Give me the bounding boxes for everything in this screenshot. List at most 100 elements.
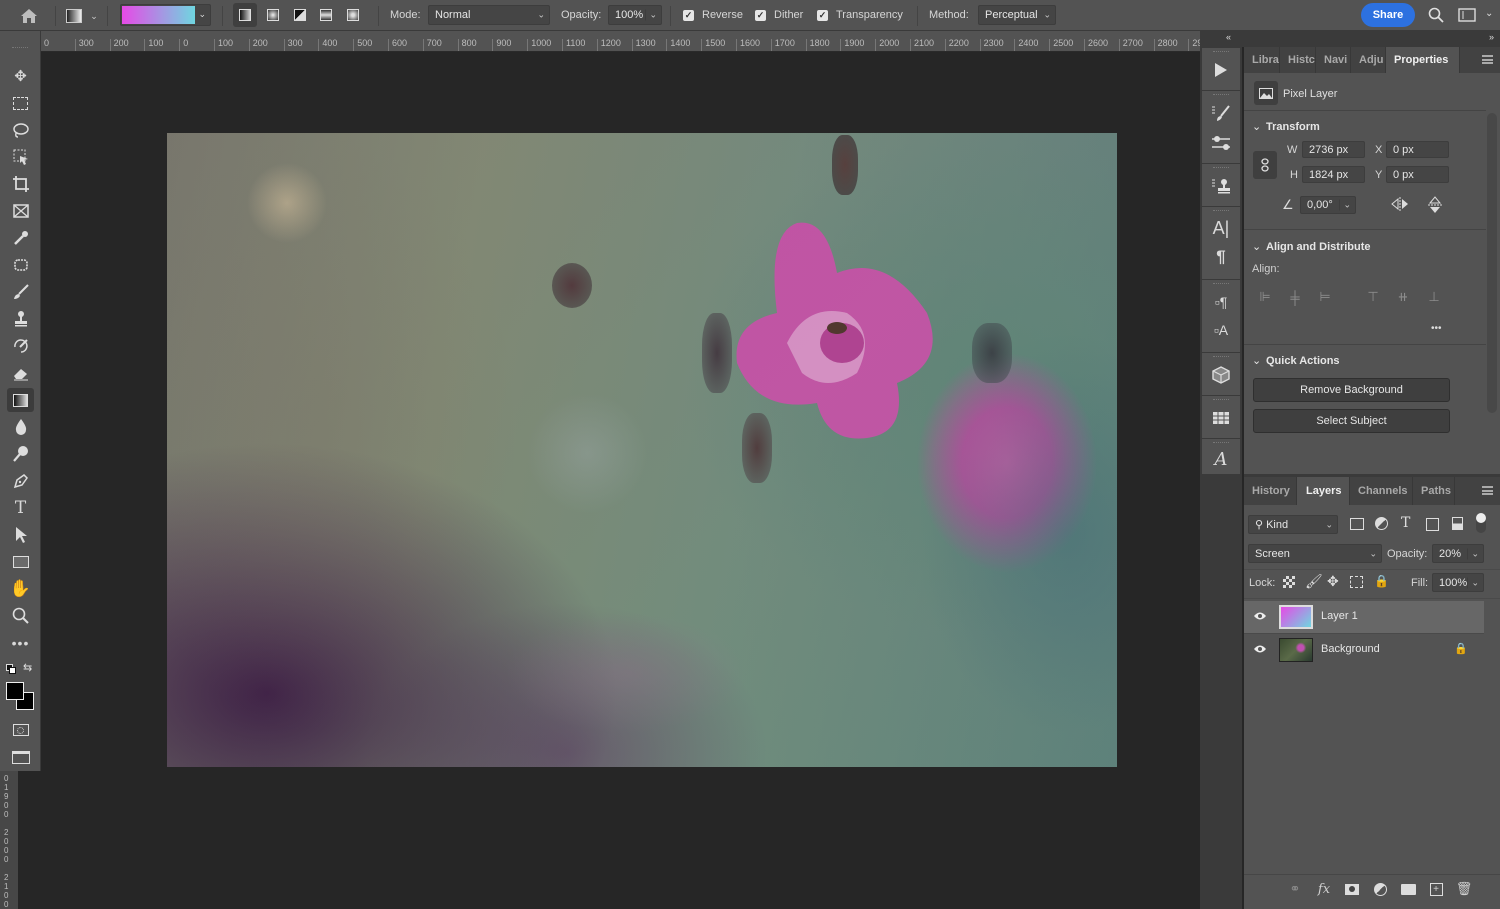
rectangle-tool[interactable] <box>7 550 34 574</box>
opacity-input[interactable]: 100% ⌄ <box>608 5 662 25</box>
dither-label[interactable]: Dither <box>774 9 803 21</box>
align-right-icon[interactable]: ⊨ <box>1316 289 1334 305</box>
align-horizontal-center-icon[interactable]: ╪ <box>1286 289 1304 305</box>
paragraph-icon[interactable]: ¶ <box>1208 245 1234 269</box>
pen-tool[interactable] <box>7 469 34 493</box>
layer-1-name[interactable]: Layer 1 <box>1321 610 1358 622</box>
lock-all-icon[interactable]: 🔒 <box>1374 574 1389 588</box>
filter-adjustment-icon[interactable] <box>1375 517 1388 530</box>
new-layer-icon[interactable]: + <box>1427 881 1445 897</box>
crop-tool[interactable] <box>7 172 34 196</box>
transform-section-title[interactable]: Transform <box>1266 121 1320 133</box>
panel-menu-icon[interactable] <box>1482 486 1493 495</box>
dodge-tool[interactable] <box>7 442 34 466</box>
angle-input[interactable]: 0,00° ⌄ <box>1300 196 1356 214</box>
tab-history[interactable]: Histc <box>1280 47 1316 73</box>
brush-tool[interactable] <box>7 280 34 304</box>
filter-type-icon[interactable]: T <box>1401 515 1410 531</box>
quick-actions-chevron-icon[interactable]: ⌄ <box>1252 354 1261 367</box>
move-tool[interactable]: ✥ <box>7 64 34 88</box>
clone-stamp-tool[interactable] <box>7 307 34 331</box>
layer-filter-select[interactable]: ⚲ Kind ⌄ <box>1248 515 1338 534</box>
transform-chevron-icon[interactable]: ⌄ <box>1252 120 1261 133</box>
swap-colors-icon[interactable]: ⇆ <box>23 661 32 674</box>
quick-mask-icon[interactable] <box>7 718 34 742</box>
new-adjustment-layer-icon[interactable] <box>1371 881 1389 897</box>
x-input[interactable]: 0 px <box>1386 141 1449 158</box>
properties-scrollbar[interactable] <box>1487 113 1497 413</box>
visibility-eye-icon[interactable] <box>1253 610 1267 624</box>
history-brush-tool[interactable] <box>7 334 34 358</box>
filter-shape-icon[interactable] <box>1426 518 1439 531</box>
blend-mode-select[interactable]: Screen ⌄ <box>1248 544 1382 563</box>
tab-navigator[interactable]: Navi <box>1316 47 1351 73</box>
search-icon[interactable] <box>1426 5 1446 25</box>
height-input[interactable]: 1824 px <box>1302 166 1365 183</box>
new-group-icon[interactable] <box>1399 881 1417 897</box>
filter-smart-object-icon[interactable] <box>1452 517 1463 530</box>
reflected-gradient-button[interactable] <box>315 3 337 27</box>
align-vertical-center-icon[interactable]: ⧺ <box>1394 289 1412 305</box>
actions-play-icon[interactable] <box>1208 58 1234 82</box>
adjustments-sliders-icon[interactable] <box>1208 131 1234 155</box>
zoom-tool[interactable] <box>7 604 34 628</box>
lock-position-icon[interactable]: ✥ <box>1327 573 1339 590</box>
3d-cube-icon[interactable] <box>1208 363 1234 387</box>
y-input[interactable]: 0 px <box>1386 166 1449 183</box>
character-styles-icon[interactable]: ▫A <box>1208 318 1234 342</box>
chevron-down-icon[interactable]: ⌄ <box>1467 548 1479 559</box>
angle-gradient-button[interactable] <box>289 3 311 27</box>
tool-preset-picker[interactable]: ⌄ <box>62 6 102 26</box>
vertical-ruler[interactable]: 0190020002100 <box>0 770 18 909</box>
mode-select[interactable]: Normal ⌄ <box>428 5 550 25</box>
workspace-icon[interactable] <box>1457 6 1477 24</box>
layer-row-layer-1[interactable]: Layer 1 <box>1244 601 1484 633</box>
gradient-picker[interactable]: ⌄ <box>120 4 211 26</box>
panel-collapse-right[interactable]: » <box>1489 32 1494 42</box>
share-button[interactable]: Share <box>1361 3 1415 27</box>
method-select[interactable]: Perceptual ⌄ <box>978 5 1056 25</box>
tab-layers[interactable]: Layers <box>1297 477 1350 505</box>
paragraph-styles-icon[interactable]: ▫¶ <box>1208 290 1234 314</box>
hand-tool[interactable]: ✋ <box>7 577 34 601</box>
chevron-down-icon[interactable]: ⌄ <box>1339 199 1351 211</box>
home-icon[interactable] <box>18 6 40 26</box>
more-tools-icon[interactable]: ••• <box>7 631 34 655</box>
object-selection-tool[interactable] <box>7 145 34 169</box>
chevron-down-icon[interactable]: ⌄ <box>645 9 657 21</box>
layer-opacity-input[interactable]: 20% ⌄ <box>1432 544 1484 563</box>
layer-effects-icon[interactable]: fx <box>1315 881 1333 897</box>
remove-background-button[interactable]: Remove Background <box>1253 378 1450 402</box>
background-layer-name[interactable]: Background <box>1321 643 1380 655</box>
select-subject-button[interactable]: Select Subject <box>1253 409 1450 433</box>
tab-channels[interactable]: Channels <box>1350 477 1413 505</box>
document-image[interactable] <box>167 133 1117 767</box>
brush-settings-icon[interactable] <box>1208 101 1234 125</box>
width-input[interactable]: 2736 px <box>1302 141 1365 158</box>
eraser-tool[interactable] <box>7 361 34 385</box>
clone-source-icon[interactable] <box>1208 174 1234 198</box>
lock-artboard-icon[interactable] <box>1350 576 1363 588</box>
lock-transparent-pixels-icon[interactable] <box>1283 576 1295 588</box>
filter-pixel-icon[interactable] <box>1350 518 1364 530</box>
character-icon[interactable]: A| <box>1208 216 1234 240</box>
foreground-color-swatch[interactable] <box>6 682 24 700</box>
linear-gradient-button[interactable] <box>233 3 257 27</box>
flip-horizontal-icon[interactable] <box>1391 197 1409 213</box>
more-align-options-icon[interactable]: ••• <box>1431 323 1442 334</box>
toolbar-grip[interactable] <box>12 47 28 50</box>
delete-layer-icon[interactable]: 🗑 <box>1455 881 1473 897</box>
blur-tool[interactable] <box>7 415 34 439</box>
align-top-icon[interactable]: ⊤ <box>1364 289 1382 305</box>
align-chevron-icon[interactable]: ⌄ <box>1252 240 1261 253</box>
align-bottom-icon[interactable]: ⊥ <box>1425 289 1443 305</box>
quick-actions-section-title[interactable]: Quick Actions <box>1266 355 1340 367</box>
transparency-label[interactable]: Transparency <box>836 9 903 21</box>
type-tool[interactable]: T <box>7 496 34 520</box>
chevron-down-icon[interactable]: ⌄ <box>1467 577 1479 588</box>
tab-paths[interactable]: Paths <box>1413 477 1455 505</box>
diamond-gradient-button[interactable] <box>342 3 364 27</box>
align-section-title[interactable]: Align and Distribute <box>1266 241 1371 253</box>
link-layers-icon[interactable]: ⚭ <box>1286 881 1304 897</box>
panel-menu-icon[interactable] <box>1482 55 1493 64</box>
